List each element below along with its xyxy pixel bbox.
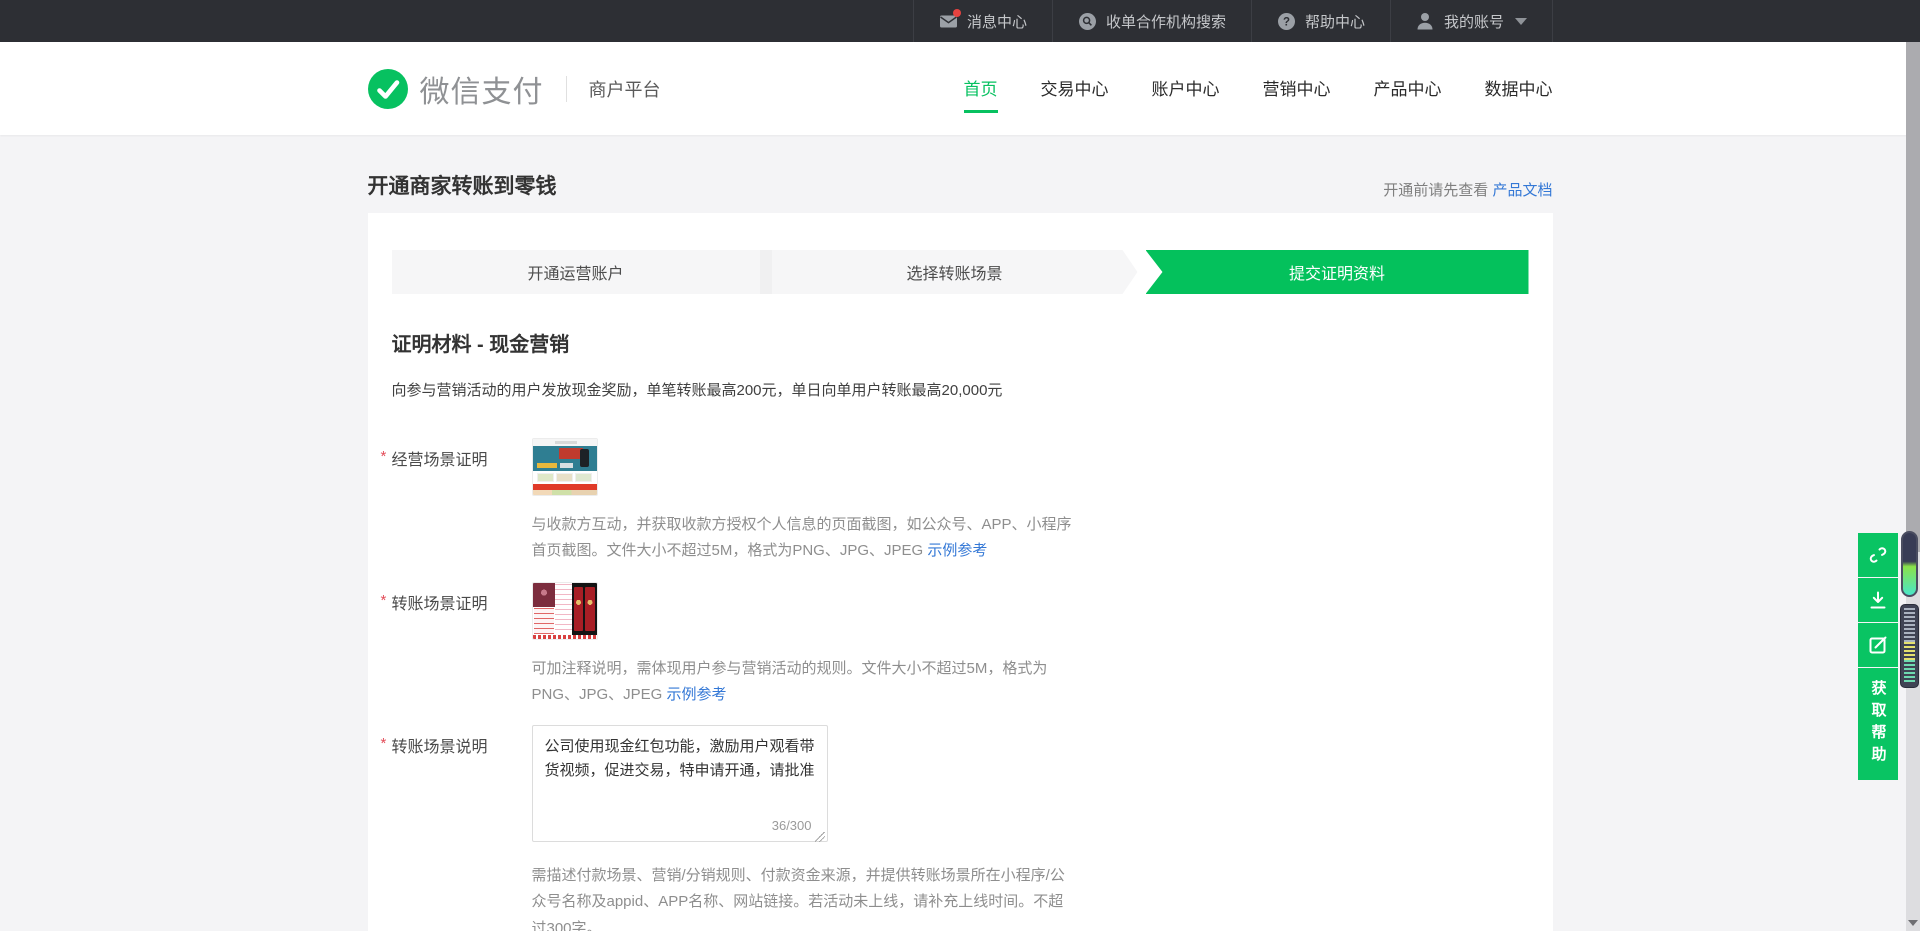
field-description: 可加注释说明，需体现用户参与营销活动的规则。文件大小不超过5M，格式为PNG、J… <box>532 656 1077 709</box>
link-icon <box>1866 543 1890 567</box>
required-mark: * <box>381 735 387 752</box>
business-scene-proof-thumbnail[interactable] <box>532 438 598 496</box>
char-counter: 36/300 <box>772 818 812 833</box>
required-mark: * <box>381 448 387 465</box>
thumb-banner <box>533 446 597 471</box>
thumb-phone-shots <box>533 583 597 635</box>
main-nav: 首页 交易中心 账户中心 营销中心 产品中心 数据中心 <box>964 65 1553 113</box>
topbar-item-help-center[interactable]: ? 帮助中心 <box>1251 0 1390 42</box>
page-head: 开通商家转账到零钱 开通前请先查看 产品文档 <box>368 170 1553 200</box>
proof-form: * 经营场景证明 与收款方互动，并获取收款方授权个人信息的页面截图，如公众号、A… <box>392 438 1529 931</box>
download-button[interactable] <box>1858 578 1898 622</box>
header: 微信支付 商户平台 首页 交易中心 账户中心 营销中心 产品中心 数据中心 <box>0 42 1920 135</box>
step-tab-submit-proof[interactable]: 提交证明资料 <box>1146 250 1529 294</box>
nav-item-products[interactable]: 产品中心 <box>1374 65 1442 113</box>
unread-badge-dot <box>953 9 961 17</box>
topbar-item-label: 帮助中心 <box>1305 11 1365 32</box>
brand-logo[interactable]: 微信支付 商户平台 <box>368 67 661 111</box>
nav-item-marketing[interactable]: 营销中心 <box>1263 65 1331 113</box>
doc-note: 开通前请先查看 产品文档 <box>1383 179 1552 200</box>
thumb-browser-bar <box>533 439 597 446</box>
transfer-note-textarea-wrap: 公司使用现金红包功能，激励用户观看带货视频，促进交易，特申请开通，请批准 36/… <box>532 725 828 847</box>
brand-divider <box>566 76 567 102</box>
floating-toolbar: 获取帮助 <box>1858 533 1898 781</box>
scrollbar-down-arrow-icon[interactable] <box>1908 920 1918 926</box>
section-description: 向参与营销活动的用户发放现金奖励，单笔转账最高200元，单日向单用户转账最高20… <box>392 379 1529 400</box>
step-tab-choose-scene[interactable]: 选择转账场景 <box>772 250 1138 294</box>
platform-label: 商户平台 <box>589 76 661 102</box>
wechat-pay-logo-icon <box>368 69 408 109</box>
transfer-proof-example-link[interactable]: 示例参考 <box>667 686 727 703</box>
nav-item-data[interactable]: 数据中心 <box>1485 65 1553 113</box>
scrollbar-track[interactable] <box>1906 42 1920 931</box>
topbar-item-message-center[interactable]: 消息中心 <box>913 0 1052 42</box>
form-row-business-scene-proof: * 经营场景证明 与收款方互动，并获取收款方授权个人信息的页面截图，如公众号、A… <box>392 438 1529 565</box>
thumb-footer <box>533 490 597 496</box>
scrollbar-thumb[interactable] <box>1906 42 1920 552</box>
topbar-item-label: 收单合作机构搜索 <box>1106 11 1226 32</box>
field-description: 与收款方互动，并获取收款方授权个人信息的页面截图，如公众号、APP、小程序首页截… <box>532 512 1077 565</box>
get-help-label: 获取帮助 <box>1868 680 1889 768</box>
topbar-item-label: 消息中心 <box>967 11 1027 32</box>
page-title: 开通商家转账到零钱 <box>368 170 557 200</box>
field-label: * 经营场景证明 <box>392 438 532 565</box>
chevron-down-icon <box>1515 18 1527 25</box>
nav-item-account[interactable]: 账户中心 <box>1152 65 1220 113</box>
get-help-button[interactable]: 获取帮助 <box>1858 668 1898 780</box>
doc-hint: 开通前请先查看 <box>1383 182 1488 199</box>
form-row-transfer-scene-proof: * 转账场景证明 可加注释说明，需体现用户参与营销活动的规则。文件大小不超过5M… <box>392 582 1529 709</box>
account-icon <box>1416 12 1435 31</box>
thumb-product-cards <box>533 471 597 484</box>
required-mark: * <box>381 592 387 609</box>
acquiring-search-icon <box>1078 12 1097 31</box>
thumb-caption-row <box>533 635 597 639</box>
resize-handle[interactable] <box>815 832 825 842</box>
section-title: 证明材料 - 现金营销 <box>392 328 1529 357</box>
content-card: 开通运营账户 选择转账场景 提交证明资料 证明材料 - 现金营销 向参与营销活动… <box>368 213 1553 931</box>
feedback-button[interactable] <box>1858 623 1898 667</box>
step-tab-open-account[interactable]: 开通运营账户 <box>392 250 760 294</box>
topbar-item-my-account[interactable]: 我的账号 <box>1390 0 1553 42</box>
field-description: 需描述付款场景、营销/分销规则、付款资金来源，并提供转账场景所在小程序/公众号名… <box>532 863 1077 931</box>
download-icon <box>1867 589 1889 611</box>
edit-icon <box>1867 634 1889 656</box>
field-label: * 转账场景说明 <box>392 725 532 931</box>
quick-link-button[interactable] <box>1858 533 1898 577</box>
step-gap <box>1138 250 1146 294</box>
message-icon <box>939 12 958 31</box>
transfer-scene-proof-thumbnail[interactable] <box>532 582 598 640</box>
topbar-item-acquiring-search[interactable]: 收单合作机构搜索 <box>1052 0 1251 42</box>
svg-text:?: ? <box>1283 16 1290 28</box>
form-row-transfer-scene-note: * 转账场景说明 公司使用现金红包功能，激励用户观看带货视频，促进交易，特申请开… <box>392 725 1529 931</box>
scrollbar-extension-gradient-widget[interactable] <box>1901 531 1918 597</box>
nav-item-home[interactable]: 首页 <box>964 65 998 113</box>
topbar-item-label: 我的账号 <box>1444 11 1504 32</box>
field-label: * 转账场景证明 <box>392 582 532 709</box>
business-proof-example-link[interactable]: 示例参考 <box>927 542 987 559</box>
nav-item-transactions[interactable]: 交易中心 <box>1041 65 1109 113</box>
help-center-icon: ? <box>1277 12 1296 31</box>
topbar: 消息中心 收单合作机构搜索 ? 帮助中心 我的账号 <box>0 0 1920 42</box>
step-tabs: 开通运营账户 选择转账场景 提交证明资料 <box>392 250 1529 294</box>
brand-name: 微信支付 <box>420 67 544 111</box>
step-divider <box>760 250 772 294</box>
scrollbar-extension-minimap-widget[interactable] <box>1900 604 1919 688</box>
product-doc-link[interactable]: 产品文档 <box>1492 182 1552 199</box>
